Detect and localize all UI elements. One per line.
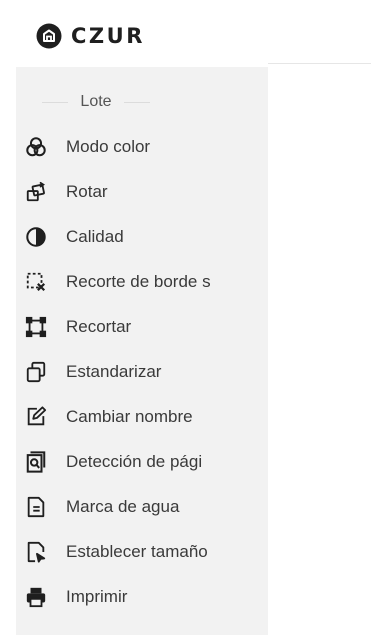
menu-item-label: Cambiar nombre bbox=[66, 407, 193, 426]
rotate-icon bbox=[24, 180, 48, 204]
menu-item-color-mode[interactable]: Modo color bbox=[24, 130, 268, 164]
standardize-icon bbox=[24, 360, 48, 384]
batch-sidebar: Lote Modo color Rotar Calidad Recorte de… bbox=[16, 67, 268, 635]
menu-item-label: Rotar bbox=[66, 182, 108, 201]
header-divider bbox=[268, 63, 371, 64]
menu-item-label: Estandarizar bbox=[66, 362, 162, 381]
menu-item-standardize[interactable]: Estandarizar bbox=[24, 355, 268, 389]
color-mode-icon bbox=[24, 135, 48, 159]
menu-item-label: Imprimir bbox=[66, 587, 128, 606]
brand-name: CZUR bbox=[71, 24, 145, 48]
section-rule-right bbox=[123, 101, 150, 103]
section-header: Lote bbox=[36, 87, 156, 117]
menu-item-label: Modo color bbox=[66, 137, 151, 156]
menu-item-label: Recortar bbox=[66, 317, 132, 336]
page-detection-icon bbox=[24, 450, 48, 474]
menu-item-quality[interactable]: Calidad bbox=[24, 220, 268, 254]
section-title: Lote bbox=[80, 93, 112, 110]
menu-item-label: Marca de agua bbox=[66, 497, 180, 516]
print-icon bbox=[24, 585, 48, 609]
menu-item-label: Detección de pági bbox=[66, 452, 203, 471]
brand-logo: CZUR bbox=[36, 23, 145, 49]
menu-item-print[interactable]: Imprimir bbox=[24, 580, 268, 614]
watermark-icon bbox=[24, 495, 48, 519]
crop-icon bbox=[24, 315, 48, 339]
menu-item-label: Calidad bbox=[66, 227, 124, 246]
quality-icon bbox=[24, 225, 48, 249]
menu-item-page-detection[interactable]: Detección de pági bbox=[24, 445, 268, 479]
menu-item-edge-crop[interactable]: Recorte de borde s bbox=[24, 265, 268, 299]
menu-item-crop[interactable]: Recortar bbox=[24, 310, 268, 344]
menu-item-label: Recorte de borde s bbox=[66, 272, 211, 291]
menu-item-rotate[interactable]: Rotar bbox=[24, 175, 268, 209]
menu-item-watermark[interactable]: Marca de agua bbox=[24, 490, 268, 524]
menu-item-label: Establecer tamaño bbox=[66, 542, 208, 561]
menu-item-rename[interactable]: Cambiar nombre bbox=[24, 400, 268, 434]
rename-icon bbox=[24, 405, 48, 429]
menu-item-set-size[interactable]: Establecer tamaño bbox=[24, 535, 268, 569]
app-header: CZUR bbox=[0, 0, 371, 64]
logo-icon bbox=[36, 23, 62, 49]
section-rule-left bbox=[42, 101, 69, 103]
edge-crop-icon bbox=[24, 270, 48, 294]
set-size-icon bbox=[24, 540, 48, 564]
